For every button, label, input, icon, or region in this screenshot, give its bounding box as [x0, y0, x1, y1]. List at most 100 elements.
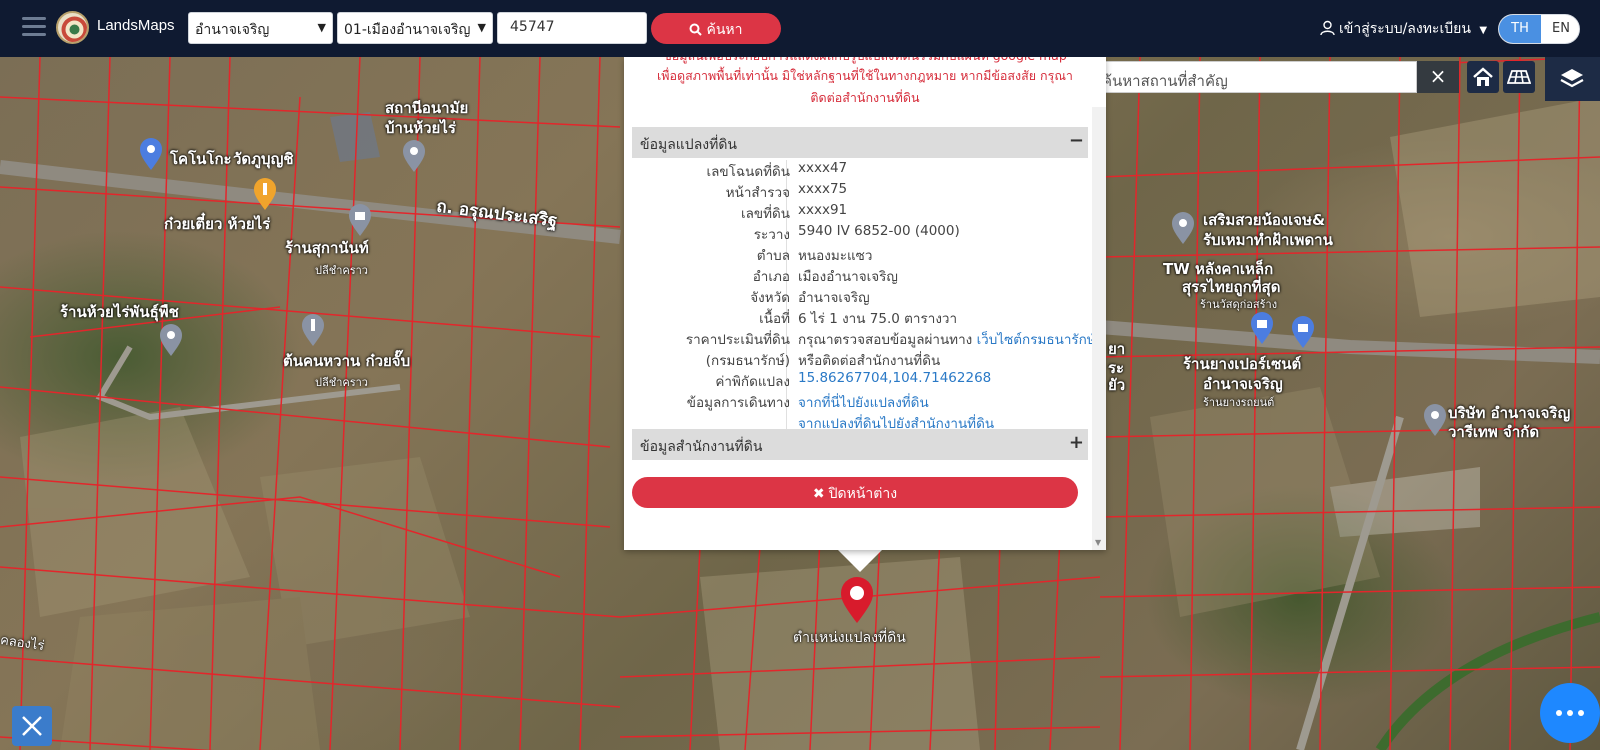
info-key: อำเภอ [752, 269, 790, 285]
info-key: เลขที่ดิน [740, 206, 790, 222]
shopping-pin-icon[interactable] [1249, 311, 1275, 345]
map-label: ปลีชำคราว [315, 376, 368, 389]
shopping-pin-icon[interactable] [1290, 315, 1316, 349]
info-row: หน้าสำรวจ xxxx75 [632, 181, 1088, 202]
login-label: เข้าสู่ระบบ/ลงทะเบียน [1339, 21, 1471, 37]
language-toggle: TH EN [1498, 14, 1580, 44]
info-key: ข้อมูลการเดินทาง [686, 395, 790, 411]
restaurant-pin-icon[interactable] [300, 313, 326, 347]
info-value: xxxx47 [798, 160, 848, 176]
info-key: หน้าสำรวจ [725, 185, 790, 201]
hamburger-menu-icon[interactable] [22, 17, 46, 37]
info-row: ระวาง 5940 IV 6852-00 (4000) [632, 223, 1088, 244]
info-row: เลขที่ดิน xxxx91 [632, 202, 1088, 223]
info-key: ราคาประเมินที่ดิน [685, 332, 790, 348]
chevron-down-icon: ▼ [317, 21, 326, 34]
login-register-link[interactable]: เข้าสู่ระบบ/ลงทะเบียน ▼ [1320, 18, 1487, 40]
info-value: 5940 IV 6852-00 (4000) [798, 223, 960, 239]
dot [1578, 710, 1584, 716]
info-key: (กรมธนารักษ์) [705, 353, 790, 369]
measure-tool-button[interactable] [12, 706, 52, 746]
place-search-input[interactable]: ค้นหาสถานที่สำคัญ [1097, 61, 1417, 93]
info-value: xxxx91 [798, 202, 848, 218]
amphoe-select-value: 01-เมืองอำนาจเจริญ [344, 22, 471, 38]
info-key: ตำบล [756, 248, 790, 264]
appraisal-text: กรุณาตรวจสอบข้อมูลผ่านทาง [798, 332, 973, 348]
close-popup-button[interactable]: ✖ ปิดหน้าต่าง [632, 477, 1078, 508]
search-button[interactable]: ค้นหา [651, 13, 781, 44]
map-label: TW หลังคาเหล็ก [1163, 260, 1274, 278]
restaurant-pin-icon[interactable] [252, 177, 278, 211]
disclaimer-line: เพื่อดูสภาพพื้นที่เท่านั้น มิใช่หลักฐานท… [657, 68, 1073, 83]
layers-button[interactable] [1545, 57, 1600, 101]
top-navbar: LandsMaps อำนาจเจริญ ▼ 01-เมืองอำนาจเจริ… [0, 0, 1600, 57]
map-label: วัดภูบุญชิ [233, 150, 294, 168]
collapse-icon[interactable]: − [1069, 130, 1084, 151]
place-pin-icon[interactable] [158, 323, 184, 357]
clear-search-icon[interactable]: × [1417, 61, 1459, 93]
lang-th-button[interactable]: TH [1499, 15, 1541, 43]
map-label: รับเหมาทำฝ้าเพดาน [1203, 231, 1333, 249]
directions-to-parcel-link[interactable]: จากที่นี่ไปยังแปลงที่ดิน [798, 391, 929, 413]
info-row: ราคาประเมินที่ดิน กรุณาตรวจสอบข้อมูลผ่าน… [632, 328, 1096, 349]
section-office-title: ข้อมูลสำนักงานที่ดิน [640, 439, 763, 455]
province-select[interactable]: อำนาจเจริญ ▼ [188, 12, 333, 44]
section-parcel-title: ข้อมูลแปลงที่ดิน [640, 137, 738, 153]
info-value: 6 ไร่ 1 งาน 75.0 ตารางวา [798, 311, 958, 327]
info-row: อำเภอ เมืองอำนาจเจริญ [632, 265, 1088, 286]
grid-icon [1507, 70, 1531, 84]
info-row: ตำบล หนองมะแซว [632, 244, 1088, 265]
place-pin-icon[interactable] [1170, 211, 1196, 245]
expand-icon[interactable]: + [1069, 432, 1084, 453]
chat-button[interactable] [1540, 683, 1600, 743]
section-parcel-header[interactable]: ข้อมูลแปลงที่ดิน − [632, 127, 1088, 158]
landsmaps-logo[interactable] [56, 11, 89, 44]
map-label: อำนาจเจริญ [1203, 375, 1283, 393]
map-label: วารีเทพ จำกัด [1448, 423, 1540, 441]
map-pin-icon [841, 577, 873, 623]
parcel-info-popup: ข้อมูลนี้เพื่อประกอบการแสดงผลกับรูปแปลงท… [624, 57, 1106, 550]
chevron-down-icon: ▼ [477, 21, 486, 34]
shopping-pin-icon[interactable] [347, 203, 373, 237]
info-key: จังหวัด [750, 290, 790, 306]
amphoe-select[interactable]: 01-เมืองอำนาจเจริญ ▼ [337, 12, 493, 44]
dot [1567, 710, 1573, 716]
info-value: xxxx75 [798, 181, 848, 197]
popup-scrollbar[interactable]: ▼ [1092, 107, 1106, 550]
info-row: (กรมธนารักษ์) หรือติดต่อสำนักงานที่ดิน [632, 349, 1088, 370]
close-icon: ✖ [812, 486, 825, 502]
home-icon [1473, 67, 1493, 86]
user-icon [1320, 20, 1335, 36]
parcel-number-input[interactable]: 45747 [497, 12, 647, 44]
info-key: เนื้อที่ [759, 311, 790, 327]
marker-label: ตำแหน่งแปลงที่ดิน [793, 630, 906, 646]
info-row: เนื้อที่ 6 ไร่ 1 งาน 75.0 ตารางวา [632, 307, 1088, 328]
map-label: ก๋วยเตี๋ยว ห้วยไร่ [164, 215, 271, 233]
parcel-grid-button[interactable] [1503, 61, 1535, 93]
chevron-down-icon: ▼ [1479, 25, 1488, 36]
map-label: บริษัท อำนาจเจริญ [1448, 404, 1571, 422]
popup-pointer [836, 548, 884, 572]
ruler-pencil-icon [22, 716, 42, 736]
coordinates-link[interactable]: 15.86267704,104.71462268 [798, 370, 991, 386]
map-label: ปลีชำคราว [315, 264, 368, 277]
lang-en-button[interactable]: EN [1541, 15, 1579, 43]
info-row: ค่าพิกัดแปลง 15.86267704,104.71462268 [632, 370, 1088, 391]
brand-name[interactable]: LandsMaps [97, 17, 175, 34]
home-button[interactable] [1467, 61, 1499, 93]
health-pin-icon[interactable] [401, 139, 427, 173]
scroll-down-icon[interactable]: ▼ [1095, 538, 1101, 547]
map-label: ร้านห้วยไร่พันธุ์พืช [60, 303, 179, 321]
map-label: ยา [1108, 340, 1126, 358]
map-label: ร้านวัสดุก่อสร้าง [1200, 298, 1278, 311]
parcel-location-marker[interactable] [839, 576, 875, 628]
info-row: จังหวัด อำนาจเจริญ [632, 286, 1088, 307]
place-pin-icon[interactable] [138, 137, 164, 171]
map-label: โคโนโกะ [170, 150, 232, 168]
section-office-header[interactable]: ข้อมูลสำนักงานที่ดิน + [632, 429, 1088, 460]
map-label: ยัว [1108, 376, 1126, 394]
treasury-website-link[interactable]: เว็บไซต์กรมธนารักษ์ [977, 332, 1096, 348]
disclaimer-line: ข้อมูลนี้เพื่อประกอบการแสดงผลกับรูปแปลงท… [624, 57, 1106, 66]
close-button-label: ปิดหน้าต่าง [828, 486, 898, 502]
place-pin-icon[interactable] [1422, 403, 1448, 437]
